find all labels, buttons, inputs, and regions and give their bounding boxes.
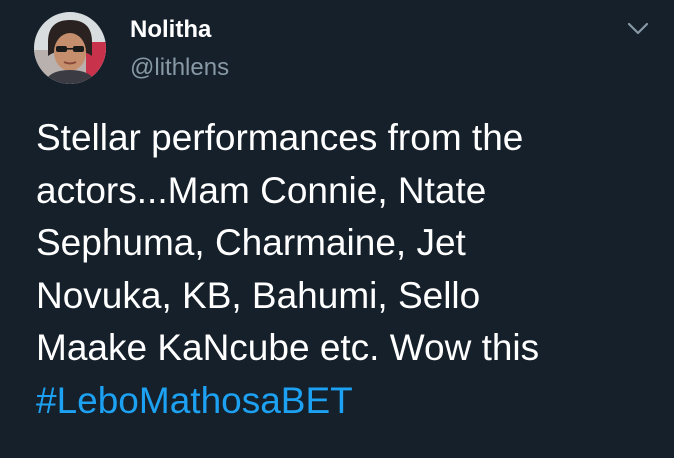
tweet-text-line: Novuka, KB, Bahumi, Sello — [36, 274, 481, 316]
tweet: Nolitha @lithlens Stellar performances f… — [0, 0, 674, 458]
tweet-text-line: Maake KaNcube etc. Wow this — [36, 327, 540, 368]
hashtag-link[interactable]: #LeboMathosaBET — [36, 375, 666, 428]
tweet-text-line: Sephuma, Charmaine, Jet — [36, 222, 466, 263]
tweet-text: Stellar performances from the actors...M… — [36, 112, 666, 427]
author-display-name[interactable]: Nolitha — [130, 16, 211, 44]
avatar-image — [34, 12, 106, 84]
tweet-text-line: actors...Mam Connie, Ntate — [36, 169, 487, 211]
tweet-text-line: Stellar performances from the — [36, 117, 524, 158]
avatar[interactable] — [34, 12, 106, 84]
chevron-down-icon[interactable] — [626, 20, 650, 38]
author-handle[interactable]: @lithlens — [130, 54, 229, 82]
